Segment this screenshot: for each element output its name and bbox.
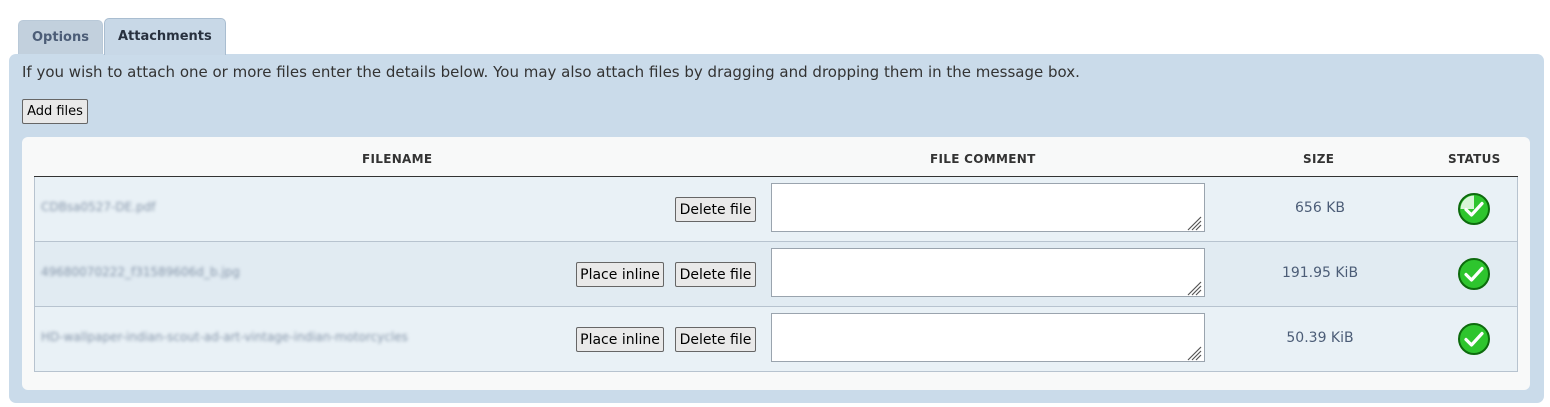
delete-file-button[interactable]: Delete file bbox=[675, 197, 756, 222]
file-comment-input[interactable] bbox=[771, 313, 1205, 362]
delete-file-button[interactable]: Delete file bbox=[675, 327, 756, 352]
table-row: HD-wallpaper-indian-scout-ad-art-vintage… bbox=[34, 307, 1518, 372]
file-size: 50.39 KiB bbox=[1286, 330, 1354, 346]
filename-text: 49680070222_f31589606d_b.jpg bbox=[41, 265, 240, 279]
filename-text: HD-wallpaper-indian-scout-ad-art-vintage… bbox=[41, 330, 408, 344]
file-comment-header: FILE COMMENT bbox=[930, 152, 1036, 166]
resize-grip-icon[interactable] bbox=[1184, 278, 1202, 296]
check-circle-icon bbox=[1458, 193, 1490, 225]
check-circle-icon bbox=[1458, 258, 1490, 290]
attachments-panel: If you wish to attach one or more files … bbox=[9, 54, 1544, 403]
tab-bar: Options Attachments bbox=[18, 18, 227, 56]
attachments-instructions: If you wish to attach one or more files … bbox=[22, 63, 1080, 81]
table-row: 49680070222_f31589606d_b.jpg Place inlin… bbox=[34, 242, 1518, 307]
table-row: CDBsa0527-DE.pdf Delete file 656 KB bbox=[34, 177, 1518, 242]
file-size: 656 KB bbox=[1295, 200, 1345, 216]
resize-grip-icon[interactable] bbox=[1184, 213, 1202, 231]
add-files-button[interactable]: Add files bbox=[22, 99, 88, 124]
attachments-table: FILENAME FILE COMMENT SIZE STATUS CDBsa0… bbox=[22, 137, 1530, 390]
place-inline-button[interactable]: Place inline bbox=[576, 262, 664, 287]
place-inline-button[interactable]: Place inline bbox=[576, 327, 664, 352]
size-header: SIZE bbox=[1303, 152, 1335, 166]
tab-attachments[interactable]: Attachments bbox=[103, 18, 226, 55]
filename-header: FILENAME bbox=[362, 152, 433, 166]
delete-file-button[interactable]: Delete file bbox=[675, 262, 756, 287]
filename-text: CDBsa0527-DE.pdf bbox=[41, 200, 156, 214]
file-comment-input[interactable] bbox=[771, 183, 1205, 232]
check-circle-icon bbox=[1458, 323, 1490, 355]
file-size: 191.95 KiB bbox=[1281, 265, 1359, 281]
file-comment-input[interactable] bbox=[771, 248, 1205, 297]
status-header: STATUS bbox=[1448, 152, 1501, 166]
table-header: FILENAME FILE COMMENT SIZE STATUS bbox=[34, 137, 1518, 178]
tab-options[interactable]: Options bbox=[18, 20, 103, 54]
resize-grip-icon[interactable] bbox=[1184, 343, 1202, 361]
